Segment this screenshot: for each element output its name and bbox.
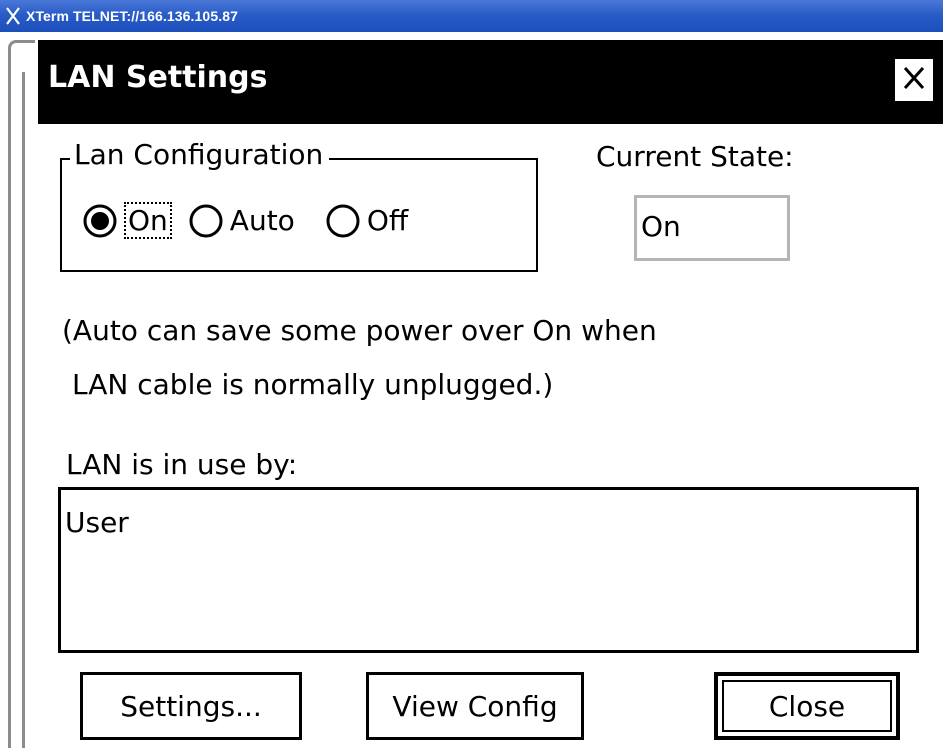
- lan-in-use-label: LAN is in use by:: [66, 448, 298, 481]
- lan-mode-radio-group: On Auto Off: [82, 202, 408, 239]
- lan-users-list[interactable]: User: [58, 487, 919, 653]
- window-title: XTerm TELNET://166.136.105.87: [26, 8, 238, 24]
- radio-auto-label[interactable]: Auto: [230, 204, 295, 237]
- settings-button[interactable]: Settings...: [80, 672, 302, 740]
- border-line: [8, 72, 11, 748]
- group-legend: Lan Configuration: [70, 138, 330, 171]
- radio-auto[interactable]: [188, 203, 224, 239]
- radio-on[interactable]: [82, 203, 118, 239]
- close-dialog-button[interactable]: [893, 57, 935, 103]
- radio-off-label[interactable]: Off: [367, 204, 408, 237]
- xterm-title-bar[interactable]: XTerm TELNET://166.136.105.87: [0, 0, 943, 32]
- lan-settings-dialog: LAN Settings Lan Configuration On Auto O…: [38, 32, 943, 748]
- current-state-field: On: [634, 195, 790, 261]
- info-text-line-2: LAN cable is normally unplugged.): [72, 368, 554, 401]
- close-icon: [902, 65, 926, 95]
- close-button[interactable]: Close: [714, 672, 900, 740]
- window-left-border: [0, 32, 38, 748]
- radio-on-label[interactable]: On: [124, 202, 172, 239]
- border-line: [22, 72, 25, 748]
- list-item[interactable]: User: [65, 506, 129, 539]
- dialog-title: LAN Settings: [48, 60, 268, 95]
- view-config-button[interactable]: View Config: [366, 672, 584, 740]
- dialog-title-bar[interactable]: LAN Settings: [38, 40, 943, 124]
- info-text-line-1: (Auto can save some power over On when: [62, 314, 657, 347]
- lan-configuration-group: Lan Configuration On Auto Off: [60, 138, 538, 272]
- radio-off[interactable]: [325, 203, 361, 239]
- x-logo-icon: [0, 0, 26, 32]
- close-button-label: Close: [722, 680, 892, 732]
- current-state-label: Current State:: [596, 140, 794, 173]
